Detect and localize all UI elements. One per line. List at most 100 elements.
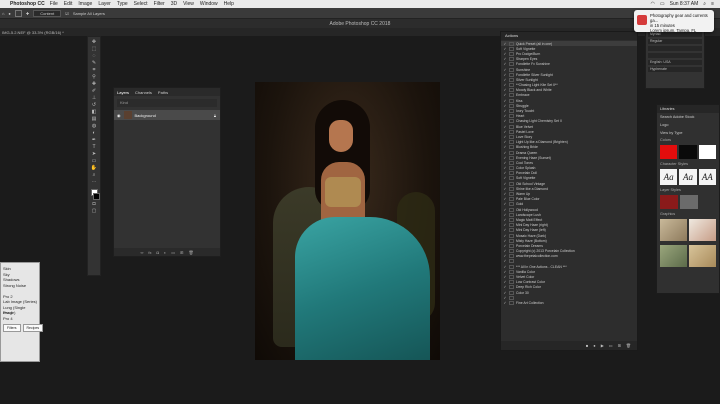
graphic-thumb-2[interactable] <box>689 219 716 241</box>
language-field[interactable]: English: USA <box>648 60 702 65</box>
color-swatch-black[interactable] <box>679 145 697 159</box>
dialog-toggle-icon[interactable] <box>509 228 514 233</box>
action-toggle-icon[interactable]: ✓ <box>501 93 509 97</box>
dialog-toggle-icon[interactable] <box>509 176 514 181</box>
actions-panel-title[interactable]: Actions <box>501 32 637 40</box>
action-toggle-icon[interactable]: ✓ <box>501 73 509 77</box>
dialog-toggle-icon[interactable] <box>509 197 514 202</box>
action-toggle-icon[interactable]: ✓ <box>501 135 509 139</box>
action-toggle-icon[interactable]: ✓ <box>501 151 509 155</box>
dialog-toggle-icon[interactable] <box>509 217 514 222</box>
eraser-tool-icon[interactable]: ◧ <box>90 109 98 115</box>
dialog-toggle-icon[interactable] <box>509 129 514 134</box>
dialog-toggle-icon[interactable] <box>509 62 514 67</box>
dialog-toggle-icon[interactable] <box>509 83 514 88</box>
dialog-toggle-icon[interactable] <box>509 186 514 191</box>
plugin-item-10[interactable]: Pro 4 <box>3 316 37 322</box>
heal-tool-icon[interactable]: ✚ <box>90 81 98 87</box>
menu-file[interactable]: File <box>50 1 58 7</box>
dialog-toggle-icon[interactable] <box>509 72 514 77</box>
spot-heal-icon[interactable]: ✚ <box>26 11 29 16</box>
action-toggle-icon[interactable]: ✓ <box>501 83 509 87</box>
menu-help[interactable]: Help <box>224 1 234 7</box>
action-toggle-icon[interactable]: ✓ <box>501 202 509 206</box>
lock-icon[interactable]: 🔒︎ <box>214 113 216 118</box>
more-tools-icon[interactable]: ⋯ <box>90 179 98 185</box>
dialog-toggle-icon[interactable] <box>509 150 514 155</box>
action-toggle-icon[interactable]: ✓ <box>501 280 509 284</box>
view-by-type[interactable]: View by Type <box>657 129 719 137</box>
action-toggle-icon[interactable]: ✓ <box>501 104 509 108</box>
zoom-tool-icon[interactable]: ⌕ <box>90 172 98 178</box>
action-toggle-icon[interactable]: ✓ <box>501 285 509 289</box>
libraries-search[interactable]: Search Adobe Stock <box>657 113 719 121</box>
action-toggle-icon[interactable]: ✓ <box>501 99 509 103</box>
adjustment-icon[interactable]: ◐ <box>164 250 166 255</box>
action-toggle-icon[interactable]: ✓ <box>501 42 509 46</box>
new-layer-icon[interactable]: ⊞ <box>180 250 183 255</box>
action-toggle-icon[interactable]: ✓ <box>501 259 509 263</box>
plugin-item-7[interactable]: Lab Image (Series) <box>3 299 37 305</box>
dialog-toggle-icon[interactable] <box>509 207 514 212</box>
quick-select-tool-icon[interactable]: ✎ <box>90 60 98 66</box>
action-toggle-icon[interactable]: ✓ <box>501 192 509 196</box>
action-toggle-icon[interactable]: ✓ <box>501 78 509 82</box>
dialog-toggle-icon[interactable] <box>509 41 514 46</box>
graphic-thumb-1[interactable] <box>660 219 687 241</box>
fx-icon[interactable]: fx <box>148 250 151 255</box>
dialog-toggle-icon[interactable] <box>509 109 514 114</box>
type-tool-icon[interactable]: T <box>90 144 98 150</box>
action-toggle-icon[interactable]: ✓ <box>501 275 509 279</box>
notification-center-icon[interactable]: ≡ <box>711 1 714 7</box>
dialog-toggle-icon[interactable] <box>509 259 514 264</box>
font-style-field[interactable]: Regular <box>648 39 702 44</box>
tab-paths[interactable]: Paths <box>158 90 168 95</box>
play-icon[interactable]: ▶ <box>601 343 604 348</box>
action-toggle-icon[interactable]: ✓ <box>501 109 509 113</box>
brush-preset-icon[interactable]: ● <box>8 11 10 16</box>
dialog-toggle-icon[interactable] <box>509 223 514 228</box>
action-toggle-icon[interactable]: ✓ <box>501 161 509 165</box>
dialog-toggle-icon[interactable] <box>509 295 514 300</box>
action-toggle-icon[interactable]: ✓ <box>501 182 509 186</box>
dialog-toggle-icon[interactable] <box>509 264 514 269</box>
color-swatch-red[interactable] <box>660 145 678 159</box>
action-toggle-icon[interactable]: ✓ <box>501 176 509 180</box>
dialog-toggle-icon[interactable] <box>509 275 514 280</box>
dialog-toggle-icon[interactable] <box>509 181 514 186</box>
menu-app-name[interactable]: Photoshop CC <box>10 1 45 7</box>
eye-icon[interactable]: ◉ <box>117 113 121 118</box>
hyphenate-field[interactable]: Hyphenate <box>648 67 702 72</box>
new-set-icon[interactable]: ▭ <box>609 343 613 348</box>
pen-tool-icon[interactable]: ✒ <box>90 137 98 143</box>
action-toggle-icon[interactable]: ✓ <box>501 228 509 232</box>
stop-icon[interactable]: ■ <box>586 343 588 348</box>
dialog-toggle-icon[interactable] <box>509 98 514 103</box>
action-toggle-icon[interactable]: ✓ <box>501 244 509 248</box>
graphic-thumb-3[interactable] <box>660 245 687 267</box>
quick-mask-icon[interactable]: ◘ <box>90 201 98 207</box>
action-toggle-icon[interactable]: ✓ <box>501 88 509 92</box>
dialog-toggle-icon[interactable] <box>509 166 514 171</box>
layer-row-background[interactable]: ◉ Background 🔒︎ <box>114 110 220 120</box>
move-tool-icon[interactable]: ✥ <box>90 39 98 45</box>
action-toggle-icon[interactable]: ✓ <box>501 62 509 66</box>
layer-filter[interactable]: Kind <box>117 99 217 107</box>
action-toggle-icon[interactable]: ✓ <box>501 291 509 295</box>
brush-tool-icon[interactable]: ✐ <box>90 88 98 94</box>
action-toggle-icon[interactable]: ✓ <box>501 249 509 253</box>
menubar-clock[interactable]: Sun 8:37 AM <box>670 1 699 7</box>
mode-swatch[interactable] <box>14 9 22 17</box>
tab-layers[interactable]: Layers <box>117 90 129 95</box>
eyedropper-tool-icon[interactable]: ⚲ <box>90 74 98 80</box>
dialog-toggle-icon[interactable] <box>509 160 514 165</box>
menu-select[interactable]: Select <box>134 1 148 7</box>
mask-icon[interactable]: ◘ <box>156 250 158 255</box>
dialog-toggle-icon[interactable] <box>509 57 514 62</box>
dialog-toggle-icon[interactable] <box>509 51 514 56</box>
dialog-toggle-icon[interactable] <box>509 212 514 217</box>
char-style-2[interactable]: Aa <box>679 169 697 185</box>
action-toggle-icon[interactable]: ✓ <box>501 270 509 274</box>
dialog-toggle-icon[interactable] <box>509 202 514 207</box>
action-toggle-icon[interactable]: ✓ <box>501 234 509 238</box>
